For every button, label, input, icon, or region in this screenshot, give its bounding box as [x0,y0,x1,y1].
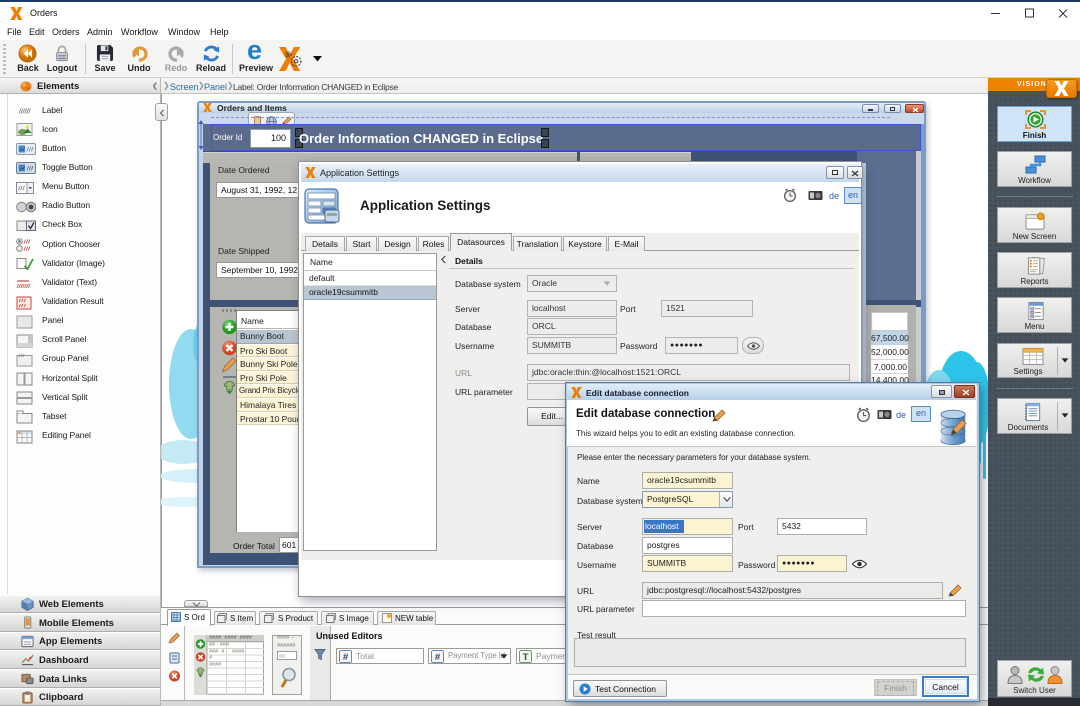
svg-text:#: # [435,652,441,663]
svg-text:T: T [523,652,529,663]
svg-text:#: # [343,652,349,663]
